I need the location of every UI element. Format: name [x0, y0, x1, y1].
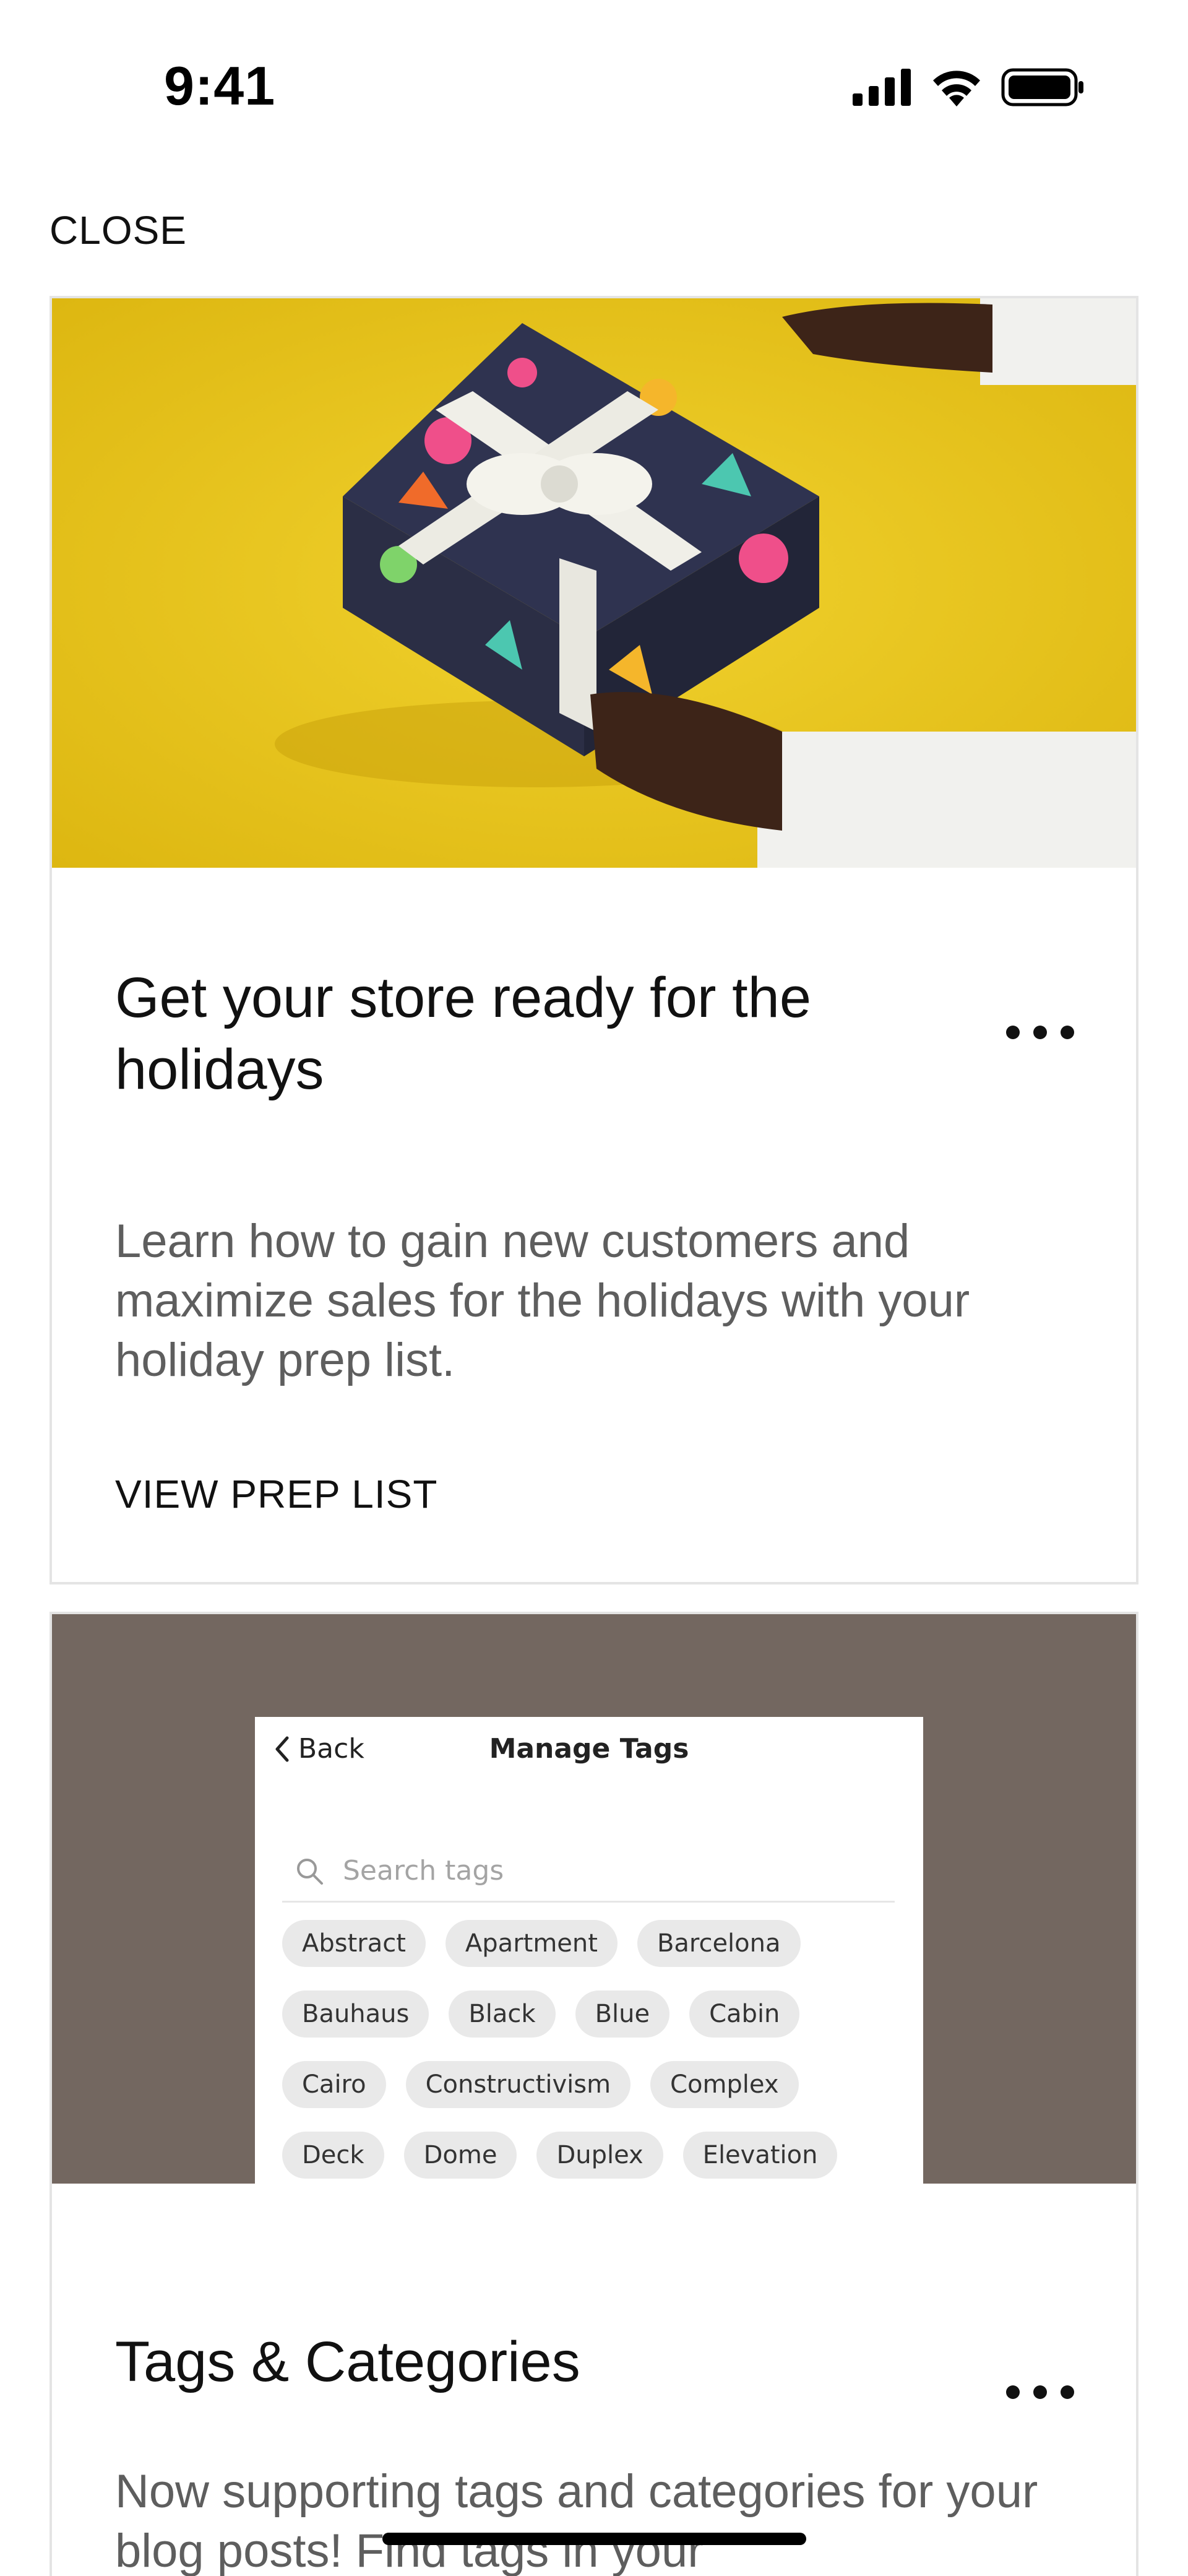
tag-chip[interactable]: Cabin — [689, 1990, 800, 2038]
card-description: Learn how to gain new customers and maxi… — [115, 1215, 970, 1386]
tag-chip[interactable]: Cairo — [282, 2061, 386, 2108]
tag-chip[interactable]: Duplex — [536, 2132, 663, 2179]
tag-list: Abstract Apartment Barcelona Bauhaus Bla… — [282, 1920, 901, 2184]
tag-chip[interactable]: Constructivism — [405, 2061, 631, 2108]
tag-chip[interactable]: Bauhaus — [282, 1990, 429, 2038]
cellular-signal-icon — [853, 69, 911, 106]
tags-categories-card: Back Manage Tags Abstract Apartment Barc… — [50, 1612, 1138, 2576]
tag-chip[interactable]: Black — [449, 1990, 556, 2038]
card-title: Get your store ready for the holidays — [115, 966, 811, 1101]
more-options-button[interactable] — [1006, 1020, 1074, 1045]
status-bar: 9:41 — [0, 0, 1188, 155]
tag-row: Cairo Constructivism Complex — [282, 2061, 901, 2108]
more-options-button[interactable] — [1006, 2380, 1074, 2405]
status-time: 9:41 — [164, 55, 276, 116]
tag-row: Abstract Apartment Barcelona — [282, 1920, 901, 1967]
wifi-icon — [933, 71, 980, 106]
manage-tags-title: Manage Tags — [489, 1733, 689, 1765]
dot-icon — [1006, 1026, 1020, 1039]
tag-chip[interactable]: Complex — [650, 2061, 799, 2108]
dot-icon — [1061, 1026, 1074, 1039]
tag-chip[interactable]: Blue — [575, 1990, 670, 2038]
manage-tags-preview: Back Manage Tags Abstract Apartment Barc… — [52, 1614, 1136, 2184]
tag-chip[interactable]: Elevation — [682, 2132, 838, 2179]
tag-chip[interactable]: Dome — [403, 2132, 517, 2179]
tag-chip[interactable]: Barcelona — [637, 1920, 801, 1967]
tag-search-bar — [282, 1841, 895, 1903]
dot-icon — [1061, 2385, 1074, 2399]
tag-row: Bauhaus Black Blue Cabin — [282, 1990, 901, 2038]
gift-box-image — [52, 298, 1136, 868]
holiday-card: Get your store ready for the holidays Le… — [50, 296, 1138, 1584]
gift-illustration — [52, 298, 1136, 868]
app-screen: 9:41 CLOSE Get your store ready for the … — [0, 0, 1188, 2576]
home-indicator[interactable] — [382, 2533, 806, 2545]
view-prep-list-link[interactable]: VIEW PREP LIST — [115, 1471, 437, 1517]
card-title: Tags & Categories — [115, 2330, 580, 2393]
tag-chip[interactable]: Apartment — [445, 1920, 618, 1967]
tag-row: Deck Dome Duplex Elevation — [282, 2132, 901, 2179]
manage-tags-mock-screen: Back Manage Tags Abstract Apartment Barc… — [255, 1717, 923, 2184]
close-button[interactable]: CLOSE — [50, 207, 187, 253]
battery-icon — [1001, 68, 1083, 106]
dot-icon — [1033, 1026, 1047, 1039]
dot-icon — [1006, 2385, 1020, 2399]
search-tags-input[interactable] — [343, 1855, 838, 1887]
card-description: Now supporting tags and categories for y… — [115, 2465, 1038, 2576]
tag-chip[interactable]: Deck — [282, 2132, 384, 2179]
status-icons — [853, 67, 1084, 108]
search-icon — [297, 1858, 323, 1885]
tag-chip[interactable]: Abstract — [282, 1920, 426, 1967]
dot-icon — [1033, 2385, 1047, 2399]
